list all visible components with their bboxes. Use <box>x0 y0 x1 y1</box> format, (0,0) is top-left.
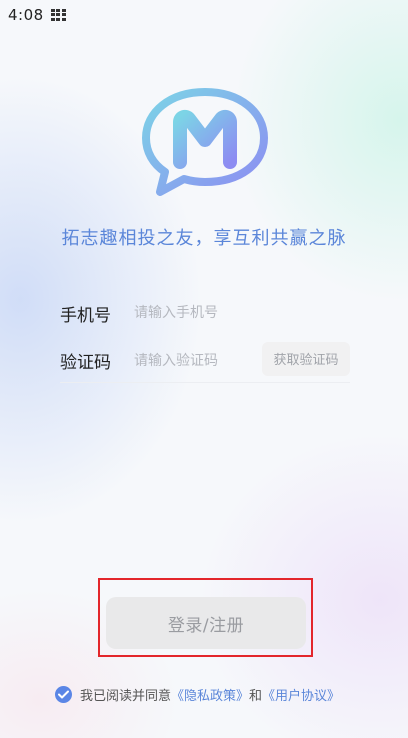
agreement-row: 我已阅读并同意 《隐私政策》 和 《用户协议》 <box>55 684 340 704</box>
code-label: 验证码 <box>60 353 111 373</box>
get-code-button[interactable]: 获取验证码 <box>262 341 350 376</box>
app-grid-icon <box>50 8 66 22</box>
agreement-conjunction: 和 <box>249 688 263 704</box>
privacy-policy-link[interactable]: 《隐私政策》 <box>171 685 249 704</box>
status-time: 4:08 <box>8 6 44 24</box>
phone-input[interactable] <box>134 298 334 328</box>
code-input[interactable] <box>134 345 259 376</box>
phone-label: 手机号 <box>60 305 111 326</box>
login-register-button[interactable]: 登录/注册 <box>106 597 306 649</box>
slogan: 拓志趣相投之友，享互利共赢之脉 <box>61 228 347 249</box>
code-row: 验证码 获取验证码 <box>60 339 350 383</box>
m-chat-bubble-logo-icon <box>142 88 268 196</box>
status-bar: 4:08 <box>0 0 408 30</box>
user-agreement-link[interactable]: 《用户协议》 <box>262 685 340 704</box>
checkmark-circle-icon[interactable] <box>55 685 72 703</box>
agreement-prefix: 我已阅读并同意 <box>80 688 172 704</box>
phone-row: 手机号 <box>60 291 350 335</box>
